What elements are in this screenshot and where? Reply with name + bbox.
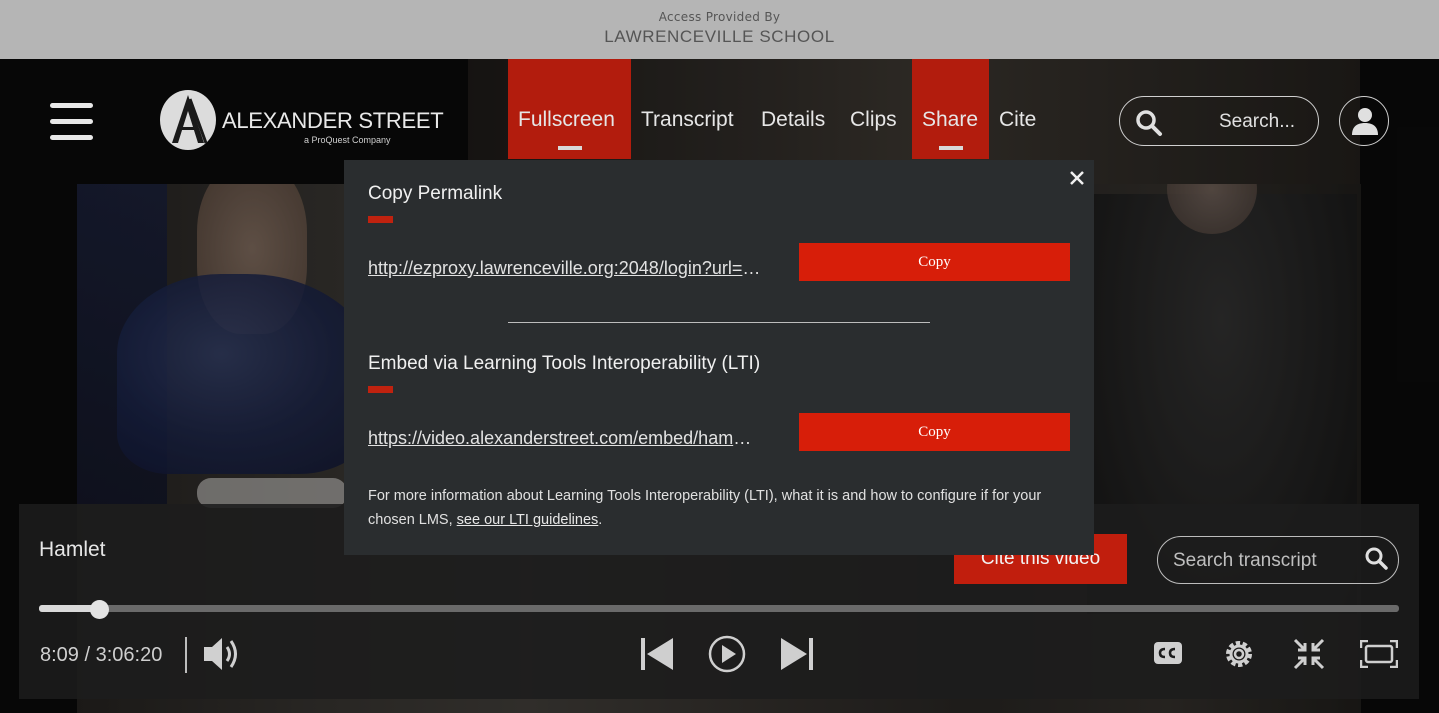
site-search-input[interactable]: Search... bbox=[1119, 96, 1319, 146]
search-icon bbox=[1136, 110, 1162, 136]
heading-accent bbox=[368, 386, 393, 393]
copy-permalink-button[interactable]: Copy bbox=[799, 243, 1070, 281]
nav-label: Transcript bbox=[641, 108, 734, 131]
close-icon[interactable] bbox=[1066, 167, 1088, 189]
divider bbox=[185, 637, 187, 673]
permalink-heading: Copy Permalink bbox=[368, 183, 503, 204]
search-placeholder: Search... bbox=[1219, 111, 1296, 132]
nav-transcript[interactable]: Transcript bbox=[641, 59, 734, 159]
transcript-search-input[interactable]: Search transcript bbox=[1157, 536, 1399, 584]
logo-text: ALEXANDER STREET bbox=[222, 108, 444, 133]
nav-label: Share bbox=[922, 108, 979, 131]
access-banner: Access Provided By LAWRENCEVILLE SCHOOL bbox=[0, 0, 1439, 59]
progress-bar[interactable] bbox=[39, 605, 1399, 612]
lti-guidelines-link[interactable]: see our LTI guidelines bbox=[457, 512, 599, 528]
heading-accent bbox=[368, 216, 393, 223]
nav-cite[interactable]: Cite bbox=[999, 59, 1036, 159]
nav-share[interactable]: Share bbox=[912, 59, 989, 159]
lti-url-link[interactable]: https://video.alexanderstreet.com/embed/… bbox=[368, 428, 752, 449]
page: Access Provided By LAWRENCEVILLE SCHOOL … bbox=[0, 0, 1439, 713]
lti-info-end: . bbox=[598, 512, 603, 528]
lti-info-text: For more information about Learning Tool… bbox=[368, 484, 1074, 532]
access-provided-label: Access Provided By bbox=[658, 10, 781, 24]
exit-fullscreen-icon[interactable] bbox=[1293, 638, 1325, 670]
nav-details[interactable]: Details bbox=[761, 59, 825, 159]
settings-gear-icon[interactable] bbox=[1222, 637, 1256, 671]
progress-scrubber-handle[interactable] bbox=[89, 600, 109, 619]
user-icon bbox=[1352, 108, 1378, 135]
nav-fullscreen[interactable]: Fullscreen bbox=[508, 59, 631, 159]
alexander-street-logo[interactable]: ALEXANDER STREET a ProQuest Company bbox=[160, 90, 444, 152]
transcript-search-placeholder: Search transcript bbox=[1173, 550, 1317, 571]
skip-back-icon[interactable] bbox=[639, 636, 675, 672]
theater-mode-icon[interactable] bbox=[1360, 640, 1398, 668]
user-account-button[interactable] bbox=[1339, 96, 1389, 146]
lti-heading: Embed via Learning Tools Interoperabilit… bbox=[368, 353, 761, 374]
search-icon[interactable] bbox=[1364, 546, 1388, 570]
nav-label: Cite bbox=[999, 108, 1037, 131]
volume-icon[interactable] bbox=[202, 635, 242, 673]
time-display: 8:09 / 3:06:20 bbox=[40, 644, 163, 666]
logo-mark-icon bbox=[160, 90, 216, 150]
permalink-url-link[interactable]: http://ezproxy.lawrenceville.org:2048/lo… bbox=[368, 258, 764, 279]
closed-captions-icon[interactable] bbox=[1153, 641, 1183, 665]
institution-name: LAWRENCEVILLE SCHOOL bbox=[604, 27, 835, 46]
logo-subtext: a ProQuest Company bbox=[304, 135, 391, 145]
nav-clips[interactable]: Clips bbox=[850, 59, 897, 159]
active-indicator bbox=[938, 146, 963, 150]
section-divider bbox=[508, 322, 930, 323]
nav-label: Clips bbox=[850, 108, 897, 131]
copy-lti-button[interactable]: Copy bbox=[799, 413, 1070, 451]
active-indicator bbox=[557, 146, 582, 150]
video-title: Hamlet bbox=[39, 538, 106, 561]
nav-label: Fullscreen bbox=[518, 108, 615, 131]
skip-forward-icon[interactable] bbox=[779, 636, 815, 672]
hamburger-menu-icon[interactable] bbox=[50, 103, 93, 141]
play-icon[interactable] bbox=[707, 634, 747, 674]
nav-label: Details bbox=[761, 108, 826, 131]
